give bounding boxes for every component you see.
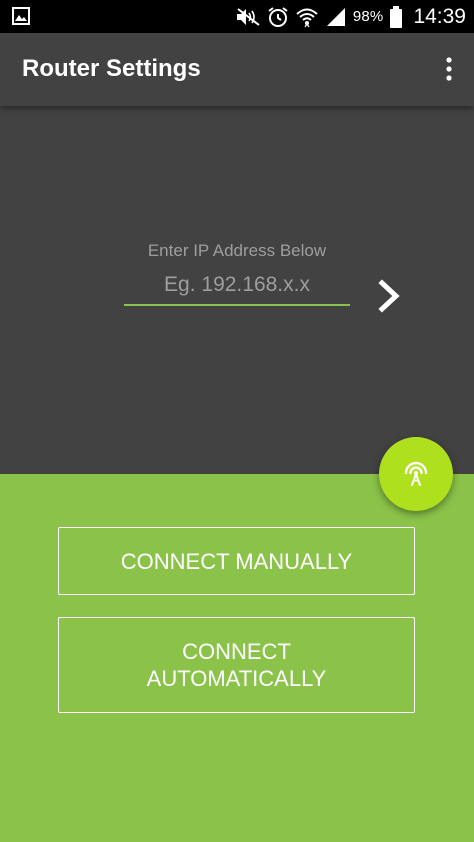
connect-manually-button[interactable]: CONNECT MANUALLY [58, 527, 415, 595]
connect-automatically-button[interactable]: CONNECT AUTOMATICALLY [58, 617, 415, 713]
page-title: Router Settings [22, 55, 201, 82]
gallery-icon [12, 7, 30, 25]
more-vert-icon[interactable] [442, 53, 456, 85]
wifi-icon [296, 8, 318, 27]
app-bar: Router Settings [0, 33, 474, 106]
clock: 14:39 [413, 4, 466, 28]
battery-percent: 98% [352, 8, 384, 25]
battery-icon [390, 5, 403, 28]
broadcast-antenna-icon [404, 461, 428, 486]
screen: 98% 14:39 Router Settings Enter IP Addre… [0, 0, 474, 842]
chevron-right-icon[interactable] [374, 278, 404, 314]
alarm-icon [268, 6, 288, 27]
connect-fab[interactable] [379, 437, 453, 511]
status-icons: 98% 14:39 [235, 0, 466, 33]
signal-icon [326, 7, 345, 26]
ip-label: Enter IP Address Below [147, 241, 327, 260]
ip-entry-panel: Enter IP Address Below [0, 106, 474, 474]
ip-address-input[interactable] [124, 266, 350, 306]
status-bar: 98% 14:39 [0, 0, 474, 33]
mute-icon [236, 7, 260, 26]
